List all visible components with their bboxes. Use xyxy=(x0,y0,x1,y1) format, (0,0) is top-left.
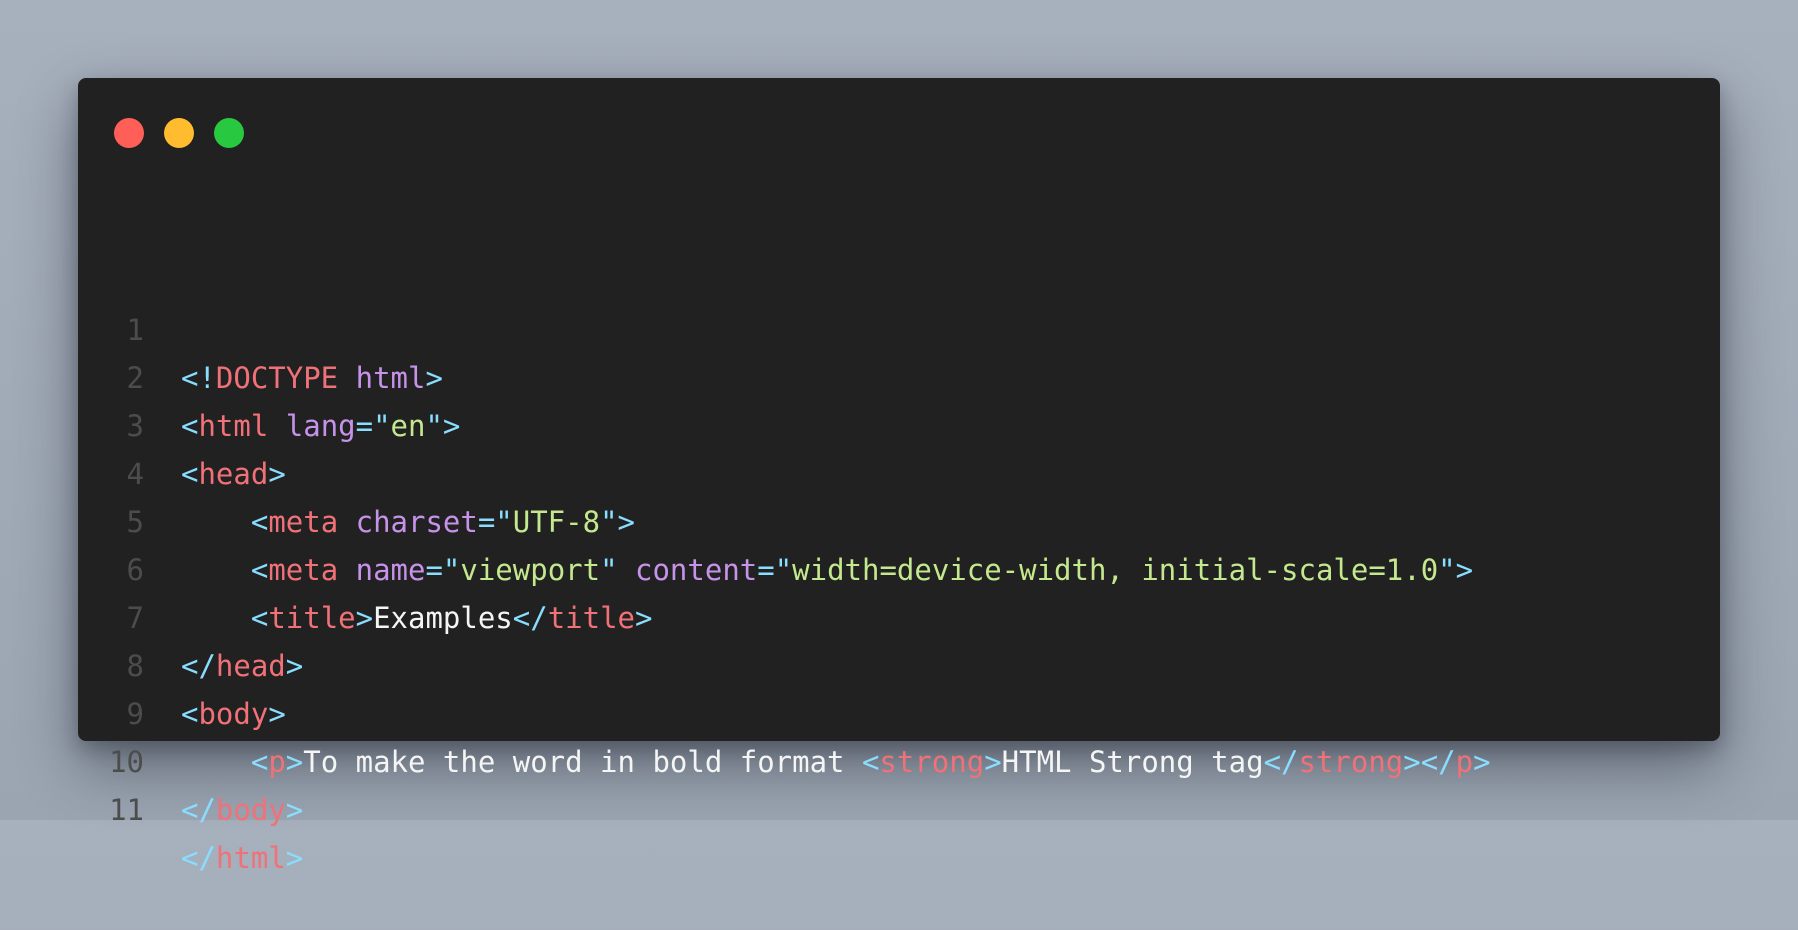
code-token: "> xyxy=(425,409,461,443)
code-token: "> xyxy=(1438,553,1474,587)
code-token: </ xyxy=(181,649,216,683)
code-token: p xyxy=(268,745,286,779)
code-token: charset xyxy=(355,505,478,539)
minimize-dot-icon[interactable] xyxy=(164,118,194,148)
code-token: Examples xyxy=(373,601,513,635)
code-token: > xyxy=(268,457,286,491)
code-token: ></ xyxy=(1403,745,1456,779)
code-token: < xyxy=(181,409,199,443)
code-line: 5 <meta name="viewport" content="width=d… xyxy=(78,450,1474,587)
code-token: < xyxy=(861,745,880,779)
code-token: head xyxy=(215,649,286,683)
code-token: width=device-width, initial-scale=1.0 xyxy=(792,553,1439,587)
code-token: </ xyxy=(512,601,548,635)
code-token: meta xyxy=(268,553,339,587)
code-line: 9 <p>To make the word in bold format <st… xyxy=(78,642,1491,779)
code-token: strong xyxy=(1298,745,1404,779)
maximize-dot-icon[interactable] xyxy=(214,118,244,148)
code-token: To make the word in bold format xyxy=(303,745,862,779)
code-token: </ xyxy=(1263,745,1299,779)
code-token: title xyxy=(268,601,356,635)
code-token: DOCTYPE xyxy=(215,361,339,395)
code-token: name xyxy=(355,553,426,587)
code-text: </head> xyxy=(181,642,303,690)
code-token: strong xyxy=(879,745,985,779)
code-token: > xyxy=(285,745,304,779)
code-token: =" xyxy=(355,409,391,443)
code-text: </html> xyxy=(181,834,303,882)
code-token: > xyxy=(355,601,374,635)
code-token: > xyxy=(268,697,286,731)
code-token: HTML Strong tag xyxy=(1001,745,1264,779)
code-token: < xyxy=(250,745,269,779)
code-token: p xyxy=(1455,745,1474,779)
code-token: html xyxy=(198,409,269,443)
code-token: > xyxy=(984,745,1002,779)
code-token: viewport xyxy=(460,553,601,587)
code-token: title xyxy=(547,601,636,635)
code-token: > xyxy=(635,601,653,635)
code-line: 10 </body> xyxy=(78,690,303,827)
code-text: </body> xyxy=(181,786,303,834)
code-text: <meta name="viewport" content="width=dev… xyxy=(181,546,1473,594)
code-token: head xyxy=(198,457,269,491)
code-line: 4 <meta charset="UTF-8"> xyxy=(78,402,635,539)
code-token: html xyxy=(215,841,286,875)
code-token: > xyxy=(1473,745,1491,779)
code-token: " xyxy=(600,553,618,587)
code-token: meta xyxy=(268,505,339,539)
code-token: < xyxy=(250,505,269,539)
code-line: 2 <html lang="en"> xyxy=(78,306,461,443)
code-text: <meta charset="UTF-8"> xyxy=(181,498,635,546)
code-token: < xyxy=(250,553,269,587)
code-line: 8 <body> xyxy=(78,594,286,731)
code-token: UTF-8 xyxy=(512,505,601,539)
code-token: > xyxy=(285,841,304,875)
code-token: < xyxy=(181,697,199,731)
code-token: en xyxy=(390,409,426,443)
code-text: <html lang="en"> xyxy=(181,402,460,450)
code-token: html xyxy=(355,361,426,395)
code-token: > xyxy=(285,793,304,827)
code-token: body xyxy=(215,793,286,827)
code-token: > xyxy=(425,361,443,395)
close-dot-icon[interactable] xyxy=(114,118,144,148)
code-token: "> xyxy=(600,505,635,539)
code-line: 1 <!DOCTYPE html> xyxy=(78,258,443,395)
window-controls xyxy=(114,118,244,148)
code-token: =" xyxy=(757,553,793,587)
code-text: <!DOCTYPE html> xyxy=(181,354,443,402)
code-text: <p>To make the word in bold format <stro… xyxy=(181,738,1491,786)
code-line: 3 <head> xyxy=(78,354,286,491)
code-token: < xyxy=(250,601,269,635)
code-line: 11 </html> xyxy=(78,738,303,875)
code-token: </ xyxy=(181,841,216,875)
code-window: 1 <!DOCTYPE html> 2 <html lang="en"> 3 <… xyxy=(78,78,1720,875)
code-text: <title>Examples</title> xyxy=(181,594,653,642)
code-text: <head> xyxy=(181,450,286,498)
code-token: <! xyxy=(181,361,216,395)
code-line: 6 <title>Examples</title> xyxy=(78,498,653,635)
code-token: > xyxy=(285,649,304,683)
code-token: body xyxy=(198,697,269,731)
code-line: 7 </head> xyxy=(78,546,304,683)
line-number: 11 xyxy=(109,793,144,827)
code-token: </ xyxy=(181,793,216,827)
code-token: =" xyxy=(425,553,461,587)
code-text: <body> xyxy=(181,690,286,738)
code-token: < xyxy=(181,457,199,491)
code-token: lang xyxy=(285,409,356,443)
code-token: content xyxy=(635,553,758,587)
code-token: =" xyxy=(477,505,513,539)
